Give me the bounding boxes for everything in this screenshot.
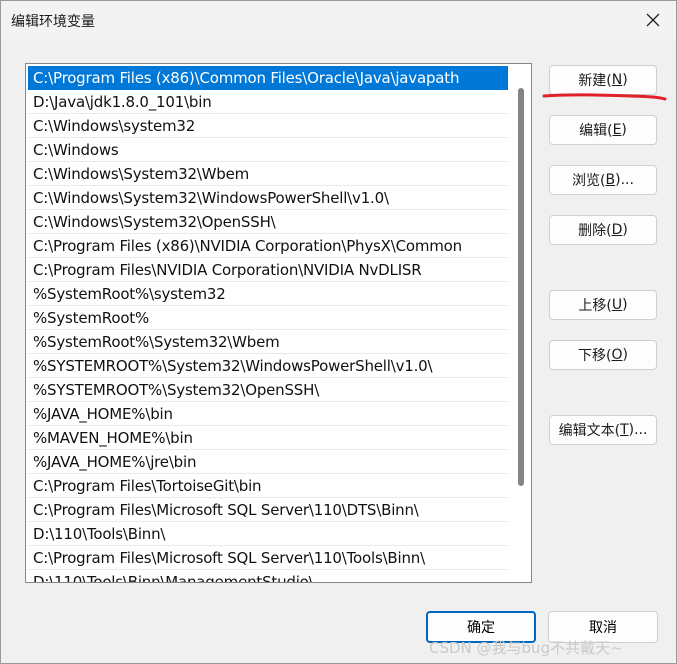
edit-env-variable-dialog: 编辑环境变量 C:\Program Files (x86)\Common Fil… xyxy=(0,0,677,664)
path-list[interactable]: C:\Program Files (x86)\Common Files\Orac… xyxy=(25,63,532,583)
path-list-item[interactable]: C:\Program Files\Microsoft SQL Server\11… xyxy=(28,546,508,570)
window-title: 编辑环境变量 xyxy=(11,14,95,30)
path-list-items: C:\Program Files (x86)\Common Files\Orac… xyxy=(28,66,508,582)
path-list-item[interactable]: C:\Program Files\Microsoft SQL Server\11… xyxy=(28,498,508,522)
path-list-item[interactable]: D:\110\Tools\Binn\ManagementStudio\ xyxy=(28,570,508,582)
path-list-item[interactable]: %JAVA_HOME%\bin xyxy=(28,402,508,426)
path-list-item[interactable]: %SystemRoot%\System32\Wbem xyxy=(28,330,508,354)
path-list-item[interactable]: C:\Program Files (x86)\Common Files\Orac… xyxy=(28,66,508,90)
path-list-item[interactable]: %SYSTEMROOT%\System32\OpenSSH\ xyxy=(28,378,508,402)
close-button[interactable] xyxy=(636,5,670,35)
path-list-item[interactable]: C:\Windows\System32\Wbem xyxy=(28,162,508,186)
path-list-item[interactable]: C:\Windows\system32 xyxy=(28,114,508,138)
watermark: CSDN @我与bug不共戴天~ xyxy=(429,639,623,657)
edit-button[interactable]: 编辑(E) xyxy=(549,115,657,145)
path-list-item[interactable]: %SystemRoot% xyxy=(28,306,508,330)
path-list-item[interactable]: C:\Program Files\NVIDIA Corporation\NVID… xyxy=(28,258,508,282)
path-list-item[interactable]: C:\Windows\System32\OpenSSH\ xyxy=(28,210,508,234)
delete-button[interactable]: 删除(D) xyxy=(549,215,657,245)
move-down-button[interactable]: 下移(O) xyxy=(549,340,657,370)
close-icon xyxy=(646,13,660,27)
title-bar: 编辑环境变量 xyxy=(1,1,676,39)
path-list-item[interactable]: C:\Program Files\TortoiseGit\bin xyxy=(28,474,508,498)
move-up-button[interactable]: 上移(U) xyxy=(549,290,657,320)
path-list-item[interactable]: %SYSTEMROOT%\System32\WindowsPowerShell\… xyxy=(28,354,508,378)
path-list-item[interactable]: %JAVA_HOME%\jre\bin xyxy=(28,450,508,474)
path-list-item[interactable]: D:\Java\jdk1.8.0_101\bin xyxy=(28,90,508,114)
path-list-item[interactable]: C:\Windows xyxy=(28,138,508,162)
path-list-item[interactable]: C:\Program Files (x86)\NVIDIA Corporatio… xyxy=(28,234,508,258)
path-list-item[interactable]: %MAVEN_HOME%\bin xyxy=(28,426,508,450)
path-list-item[interactable]: D:\110\Tools\Binn\ xyxy=(28,522,508,546)
red-annotation-underline xyxy=(542,93,667,101)
edit-text-button[interactable]: 编辑文本(T)... xyxy=(549,415,657,445)
scrollbar-thumb[interactable] xyxy=(518,88,524,486)
browse-button[interactable]: 浏览(B)... xyxy=(549,165,657,195)
path-list-item[interactable]: C:\Windows\System32\WindowsPowerShell\v1… xyxy=(28,186,508,210)
path-list-item[interactable]: %SystemRoot%\system32 xyxy=(28,282,508,306)
vertical-scrollbar[interactable] xyxy=(513,66,529,578)
